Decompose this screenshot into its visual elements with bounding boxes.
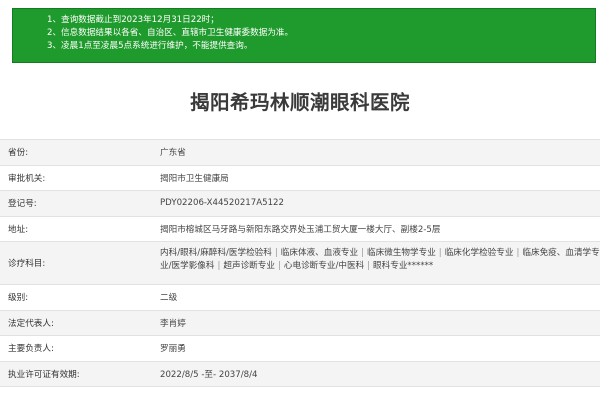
hospital-name: 揭阳希玛林顺潮眼科医院 — [189, 91, 410, 114]
row-province: 省份: 广东省 — [0, 140, 600, 166]
approver-label: 审批机关: — [8, 173, 46, 184]
row-level: 级别: 二级 — [0, 285, 600, 311]
subject-item: 临床体液、血液专业 — [280, 248, 359, 258]
level-label: 级别: — [8, 293, 29, 304]
level-value: 二级 — [160, 293, 178, 304]
subject-separator: | — [367, 261, 371, 271]
row-principal: 主要负责人: 罗丽勇 — [0, 336, 600, 362]
subject-item: /麻醉科 — [197, 248, 226, 258]
subject-separator: | — [438, 248, 442, 258]
license-validity-label: 执业许可证有效期: — [8, 369, 80, 380]
principal-value: 罗丽勇 — [160, 344, 186, 355]
province-label: 省份: — [8, 148, 29, 159]
subject-item: 临床微生物学专业 — [367, 248, 436, 258]
subject-separator: | — [277, 261, 281, 271]
subject-separator: | — [361, 248, 365, 258]
subject-item: 内科 — [160, 248, 178, 258]
row-approver: 审批机关: 揭阳市卫生健康局 — [0, 165, 600, 191]
license-validity-value: 2022/8/5 -至- 2037/8/4 — [160, 369, 258, 380]
subject-item: /医学影像科 — [168, 261, 215, 271]
province-value: 广东省 — [160, 148, 186, 159]
legal-representative-label: 法定代表人: — [8, 318, 54, 329]
notice-banner: 1、查询数据截止到2023年12月31日22时； 2、信息数据结果以各省、自治区… — [12, 8, 596, 63]
legal-representative-value: 李肖婷 — [160, 318, 186, 329]
principal-label: 主要负责人: — [8, 344, 54, 355]
address-value: 揭阳市榕城区马牙路与新阳东路交界处玉浦工贸大厦一楼大厅、副楼2-5层 — [160, 224, 441, 235]
subject-item: /中医科 — [335, 261, 365, 271]
notice-line-3: 3、凌晨1点至凌晨5点系统进行维护，不能提供查询。 — [47, 41, 253, 51]
registration-label: 登记号: — [8, 199, 37, 210]
notice-line-1: 1、查询数据截止到2023年12月31日22时； — [47, 15, 219, 25]
subject-separator: | — [274, 248, 278, 258]
notice-line-2: 2、信息数据结果以各省、自治区、直辖市卫生健康委数据为准。 — [47, 28, 294, 38]
subject-item: 心电诊断专业 — [283, 261, 336, 271]
subject-separator: | — [516, 248, 520, 258]
row-legal-representative: 法定代表人: 李肖婷 — [0, 310, 600, 336]
approver-value: 揭阳市卫生健康局 — [160, 173, 229, 184]
subjects-label: 诊疗科目: — [8, 259, 46, 269]
address-label: 地址: — [8, 224, 29, 235]
subjects-value: 内科/眼科/麻醉科/医学检验科 | 临床体液、血液专业 | 临床微生物学专业 | 临床化学检… — [148, 242, 600, 284]
subject-item: 眼科专业****** — [373, 261, 434, 271]
row-license-validity: 执业许可证有效期: 2022/8/5 -至- 2037/8/4 — [0, 361, 600, 387]
hospital-info-table: 省份: 广东省 审批机关: 揭阳市卫生健康局 登记号: PDY02206-X44… — [0, 139, 600, 387]
subject-item: /眼科 — [177, 248, 198, 258]
row-registration: 登记号: PDY02206-X44520217A5122 — [0, 191, 600, 217]
subject-item: 临床化学检验专业 — [444, 248, 514, 258]
row-subjects: 诊疗科目: 内科/眼科/麻醉科/医学检验科 | 临床体液、血液专业 | 临床微生物学专业… — [0, 242, 600, 285]
subject-item: /医学检验科 — [225, 248, 272, 258]
row-address: 地址: 揭阳市榕城区马牙路与新阳东路交界处玉浦工贸大厦一楼大厅、副楼2-5层 — [0, 216, 600, 242]
subject-separator: | — [217, 261, 221, 271]
subject-item: 超声诊断专业 — [223, 261, 275, 271]
registration-value: PDY02206-X44520217A5122 — [160, 198, 284, 209]
